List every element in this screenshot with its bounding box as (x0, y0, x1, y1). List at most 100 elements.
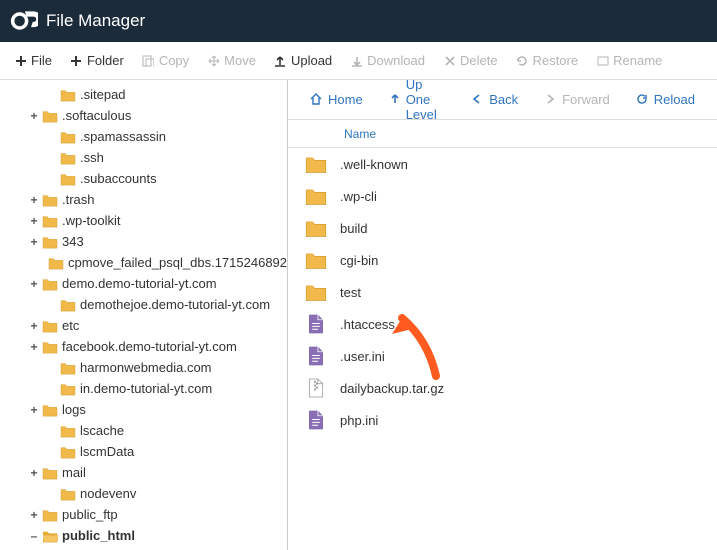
tree-item[interactable]: .ssh (0, 147, 287, 168)
tree-label: .trash (62, 192, 95, 207)
list-header[interactable]: Name (288, 120, 717, 148)
copy-icon (142, 54, 155, 67)
tree-item[interactable]: lscache (0, 420, 287, 441)
column-name[interactable]: Name (344, 127, 376, 141)
restore-icon (516, 54, 529, 67)
file-row[interactable]: cgi-bin (288, 244, 717, 276)
file-name: .htaccess (332, 317, 395, 332)
folder-icon (42, 319, 58, 333)
tree-expander-icon[interactable]: + (28, 194, 40, 206)
tree-item[interactable]: + .wp-toolkit (0, 210, 287, 231)
tree-item[interactable]: +.softaculous (0, 105, 287, 126)
tree-item[interactable]: + demo.demo-tutorial-yt.com (0, 273, 287, 294)
upload-button[interactable]: Upload (266, 47, 340, 74)
tree-item[interactable]: .subaccounts (0, 168, 287, 189)
toolbar-label: Download (367, 53, 425, 68)
toolbar: FileFolderCopyMoveUploadDownloadDeleteRe… (0, 42, 717, 80)
tree-expander-icon[interactable]: + (28, 236, 40, 248)
folder-tree-sidebar[interactable]: .sitepad+.softaculous.spamassassin.ssh .s… (0, 80, 288, 550)
tree-item[interactable]: demothejoe.demo-tutorial-yt.com (0, 294, 287, 315)
toolbar-label: Copy (159, 53, 189, 68)
plus-icon (14, 54, 27, 67)
file-row[interactable]: .htaccess (288, 308, 717, 340)
tree-label: .subaccounts (80, 171, 157, 186)
file-row[interactable]: build (288, 212, 717, 244)
header: File Manager (0, 0, 717, 42)
folder-icon (42, 214, 58, 228)
folder-icon (42, 109, 58, 123)
tree-item[interactable]: + facebook.demo-tutorial-yt.com (0, 336, 287, 357)
folder-icon (60, 445, 76, 459)
tree-label: demo.demo-tutorial-yt.com (62, 276, 217, 291)
file-row[interactable]: php.ini (288, 404, 717, 436)
tree-item[interactable]: + .trash (0, 189, 287, 210)
restore-button: Restore (508, 47, 587, 74)
content-pane: HomeUp One LevelBackForwardReload Name .… (288, 80, 717, 550)
tree-expander-icon[interactable]: – (28, 530, 40, 542)
tree-expander-icon[interactable]: + (28, 467, 40, 479)
tree-label: facebook.demo-tutorial-yt.com (62, 339, 237, 354)
folder-icon (60, 151, 76, 165)
nav-home[interactable]: Home (300, 86, 373, 113)
nav-back[interactable]: Back (461, 86, 528, 113)
back-icon (471, 93, 484, 106)
up-icon (389, 93, 401, 106)
tree-item[interactable]: +logs (0, 399, 287, 420)
file-button[interactable]: File (6, 47, 60, 74)
tree-label: lscmData (80, 444, 134, 459)
folder-icon (60, 130, 76, 144)
file-row[interactable]: .user.ini (288, 340, 717, 372)
tree-expander-icon[interactable]: + (28, 341, 40, 353)
tree-expander-icon[interactable]: + (28, 278, 40, 290)
tree-item[interactable]: +etc (0, 315, 287, 336)
file-name: test (332, 285, 361, 300)
tree-item[interactable]: harmonwebmedia.com (0, 357, 287, 378)
doc-icon (300, 314, 332, 334)
tree-item[interactable]: in.demo-tutorial-yt.com (0, 378, 287, 399)
nav-reload[interactable]: Reload (626, 86, 705, 113)
tree-item[interactable]: +mail (0, 462, 287, 483)
doc-icon (300, 410, 332, 430)
navbar: HomeUp One LevelBackForwardReload (288, 80, 717, 120)
delete-button: Delete (435, 47, 506, 74)
folder-icon (42, 193, 58, 207)
file-name: dailybackup.tar.gz (332, 381, 444, 396)
rename-icon (596, 54, 609, 67)
tree-expander-icon[interactable]: + (28, 320, 40, 332)
tree-label: cpmove_failed_psql_dbs.1715246892 (68, 255, 287, 270)
file-row[interactable]: .well-known (288, 148, 717, 180)
folder-icon (42, 508, 58, 522)
tree-expander-icon[interactable]: + (28, 215, 40, 227)
tree-label: in.demo-tutorial-yt.com (80, 381, 212, 396)
file-row[interactable]: test (288, 276, 717, 308)
file-name: .wp-cli (332, 189, 377, 204)
tree-item[interactable]: –public_html (0, 525, 287, 546)
file-row[interactable]: dailybackup.tar.gz (288, 372, 717, 404)
delete-icon (443, 54, 456, 67)
tree-item[interactable]: lscmData (0, 441, 287, 462)
tree-item[interactable]: .spamassassin (0, 126, 287, 147)
tree-item[interactable]: +public_ftp (0, 504, 287, 525)
nav-label: Back (489, 92, 518, 107)
tree-item[interactable]: nodevenv (0, 483, 287, 504)
file-row[interactable]: .wp-cli (288, 180, 717, 212)
tree-expander-icon[interactable]: + (28, 110, 40, 122)
folder-icon (42, 235, 58, 249)
tree-item[interactable]: +343 (0, 231, 287, 252)
file-list[interactable]: .well-known .wp-cli buildcgi-bin test .htacc… (288, 148, 717, 550)
tree-item[interactable]: .sitepad (0, 84, 287, 105)
nav-label: Up One Level (406, 77, 446, 122)
tree-label: harmonwebmedia.com (80, 360, 212, 375)
tree-item[interactable]: +.well-known (0, 546, 287, 550)
folder-icon (300, 186, 332, 206)
nav-label: Reload (654, 92, 695, 107)
tree-item[interactable]: cpmove_failed_psql_dbs.1715246892 (0, 252, 287, 273)
tree-expander-icon[interactable]: + (28, 509, 40, 521)
home-icon (310, 93, 323, 106)
folder-icon (60, 382, 76, 396)
tree-expander-icon[interactable]: + (28, 404, 40, 416)
tree-label: .wp-toolkit (62, 213, 121, 228)
folder-icon (42, 403, 58, 417)
folder-icon (300, 250, 332, 270)
folder-button[interactable]: Folder (62, 47, 132, 74)
